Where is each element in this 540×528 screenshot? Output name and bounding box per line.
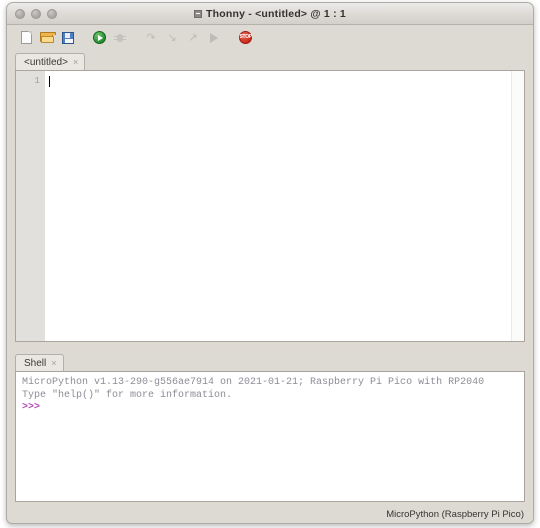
shell-tab-label: Shell [24, 358, 47, 369]
status-bar: MicroPython (Raspberry Pi Pico) [7, 505, 533, 523]
editor-panel: 1 [15, 70, 525, 342]
editor-tab-strip: <untitled> × [7, 50, 533, 71]
editor-notebook: <untitled> × 1 [7, 50, 533, 342]
thonny-main-window: Thonny - <untitled> @ 1 : 1 ↷ ↘ ↗ STOP <… [6, 2, 534, 524]
shell-prompt: >>> [22, 402, 41, 413]
save-floppy-icon [62, 31, 74, 44]
step-out-button: ↗ [184, 29, 202, 47]
code-text-area[interactable] [46, 71, 524, 341]
step-over-button: ↷ [142, 29, 160, 47]
editor-vertical-scrollbar[interactable] [511, 71, 524, 341]
minimize-button[interactable] [31, 8, 41, 19]
open-file-button[interactable] [38, 29, 56, 47]
step-into-button: ↘ [163, 29, 181, 47]
window-title: Thonny - <untitled> @ 1 : 1 [206, 7, 346, 20]
shell-tab-strip: Shell × [7, 351, 533, 372]
stop-sign-label: STOP [239, 34, 253, 40]
step-into-icon: ↘ [167, 31, 177, 44]
stop-sign-icon: STOP [238, 31, 253, 44]
shell-notebook: Shell × MicroPython v1.13-290-g556ae7914… [7, 351, 533, 502]
shell-banner-line-2: Type "help()" for more information. [22, 389, 233, 401]
title-bar: Thonny - <untitled> @ 1 : 1 [7, 3, 533, 25]
toolbar: ↷ ↘ ↗ STOP [7, 25, 533, 50]
save-file-button[interactable] [59, 29, 77, 47]
editor-line-number-gutter: 1 [16, 71, 46, 341]
new-file-icon [20, 31, 32, 44]
stop-button[interactable]: STOP [236, 29, 254, 47]
window-title-wrap: Thonny - <untitled> @ 1 : 1 [7, 8, 533, 20]
shell-tab[interactable]: Shell × [15, 354, 64, 372]
editor-tab-label: <untitled> [24, 57, 68, 68]
close-button[interactable] [15, 8, 25, 19]
zoom-button[interactable] [47, 8, 57, 19]
new-file-button[interactable] [17, 29, 35, 47]
interpreter-status-label[interactable]: MicroPython (Raspberry Pi Pico) [386, 509, 524, 520]
shell-panel: MicroPython v1.13-290-g556ae7914 on 2021… [15, 371, 525, 502]
step-over-icon: ↷ [146, 31, 156, 44]
run-play-icon [92, 31, 106, 44]
resume-button [205, 29, 223, 47]
resume-icon [210, 32, 218, 43]
open-folder-icon [40, 32, 56, 43]
debug-button [111, 29, 129, 47]
shell-text-area[interactable]: MicroPython v1.13-290-g556ae7914 on 2021… [16, 372, 524, 501]
debug-bug-icon [114, 32, 126, 44]
editor-tab-close-icon[interactable]: × [73, 58, 78, 67]
shell-banner-line-1: MicroPython v1.13-290-g556ae7914 on 2021… [22, 377, 485, 388]
run-button[interactable] [90, 29, 108, 47]
thonny-app-icon [194, 9, 203, 18]
window-controls [7, 8, 57, 19]
step-out-icon: ↗ [188, 31, 198, 44]
line-number: 1 [34, 75, 40, 86]
editor-tab-untitled[interactable]: <untitled> × [15, 53, 86, 71]
text-caret [49, 76, 50, 87]
shell-tab-close-icon[interactable]: × [51, 359, 56, 368]
